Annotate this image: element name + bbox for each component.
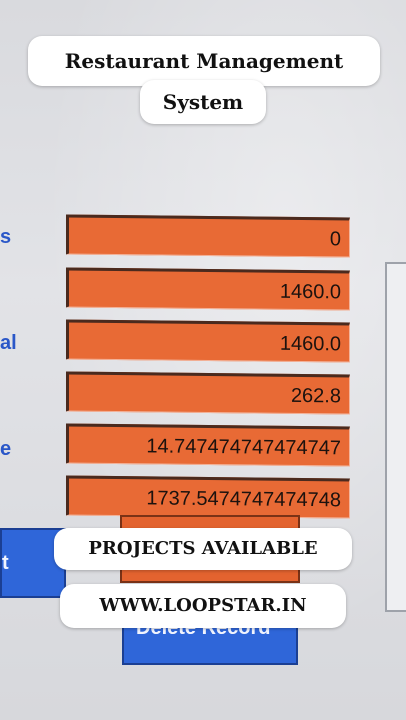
title-line1: Restaurant Management (64, 49, 344, 73)
left-action-button-label: t (2, 552, 9, 574)
field-6[interactable]: 1737.5474747474748 (66, 475, 350, 519)
right-panel (385, 262, 406, 612)
title-pill-line1: Restaurant Management (28, 36, 380, 86)
field-4[interactable]: 262.8 (66, 371, 350, 415)
field-2[interactable]: 1460.0 (66, 267, 350, 311)
projects-available-text: PROJECTS AVAILABLE (88, 538, 318, 559)
field-5[interactable]: 14.747474747474747 (66, 423, 350, 467)
side-label-1: s (0, 226, 12, 248)
side-label-3: e (0, 438, 12, 460)
field-3[interactable]: 1460.0 (66, 319, 350, 363)
title-pill-line2: System (140, 80, 266, 124)
website-pill: WWW.LOOPSTAR.IN (60, 584, 346, 628)
title-line2: System (162, 90, 244, 114)
projects-available-pill: PROJECTS AVAILABLE (54, 528, 352, 570)
side-label-2: al (0, 332, 17, 354)
website-text: WWW.LOOPSTAR.IN (99, 595, 307, 616)
field-1[interactable]: 0 (66, 214, 350, 258)
